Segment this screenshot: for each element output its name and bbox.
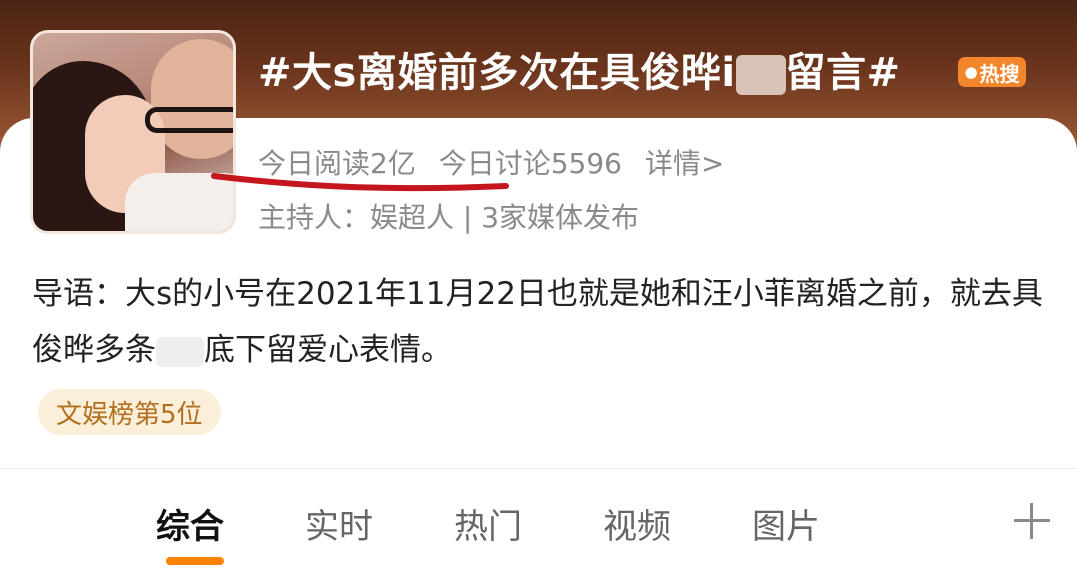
rank-badge[interactable]: 文娱榜第5位 bbox=[38, 389, 221, 435]
blurred-text bbox=[735, 55, 786, 95]
details-link[interactable]: 详情> bbox=[645, 147, 724, 180]
tab-comprehensive[interactable]: 综合 bbox=[156, 499, 224, 548]
tab-bar: 综合 实时 热门 视频 图片 bbox=[0, 468, 1077, 568]
topic-intro: 导语：大s的小号在2021年11月22日也就是她和汪小菲离婚之前，就去具俊晔多条… bbox=[32, 266, 1052, 378]
topic-title-suffix: 留言# bbox=[785, 50, 901, 96]
tab-hot[interactable]: 热门 bbox=[454, 499, 522, 548]
active-tab-indicator bbox=[166, 557, 224, 565]
blurred-text bbox=[156, 336, 204, 367]
plus-icon[interactable] bbox=[1012, 501, 1052, 541]
topic-title-prefix: #大s离婚前多次在具俊晔i bbox=[258, 50, 736, 96]
tab-video[interactable]: 视频 bbox=[603, 499, 671, 548]
topic-title: #大s离婚前多次在具俊晔i 留言# bbox=[258, 40, 901, 100]
intro-text-part2: 底下留爱心表情。 bbox=[204, 332, 452, 368]
tab-realtime[interactable]: 实时 bbox=[305, 499, 373, 548]
red-underline-annotation bbox=[211, 173, 509, 192]
topic-avatar-image bbox=[30, 30, 236, 234]
hot-search-label: 热搜 bbox=[979, 61, 1020, 86]
host-line: 主持人：娱超人 | 3家媒体发布 bbox=[258, 201, 640, 234]
hot-search-badge: ● 热搜 bbox=[958, 57, 1026, 87]
fire-icon: ● bbox=[964, 63, 978, 81]
tab-images[interactable]: 图片 bbox=[752, 499, 820, 548]
